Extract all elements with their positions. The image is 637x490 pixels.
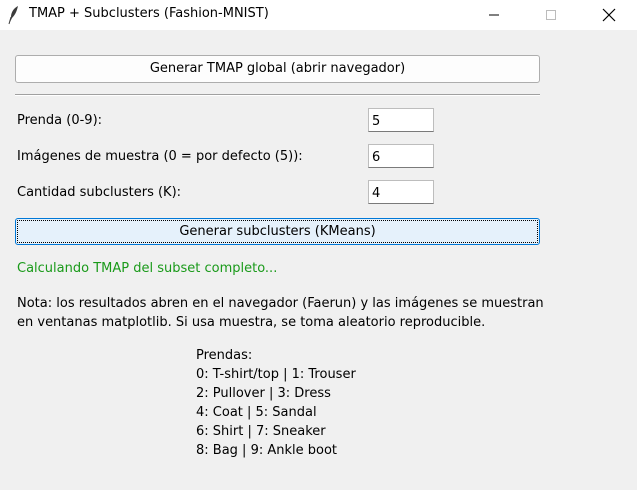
title-bar[interactable]: TMAP + Subclusters (Fashion-MNIST)	[0, 0, 637, 30]
legend-line: 8: Bag | 9: Ankle boot	[196, 443, 338, 458]
status-text: Calculando TMAP del subset completo...	[17, 261, 278, 276]
feather-icon	[8, 6, 18, 25]
legend-line: 6: Shirt | 7: Sneaker	[196, 424, 326, 439]
note-line-1: Nota: los resultados abren en el navegad…	[17, 296, 544, 311]
garment-input[interactable]	[368, 108, 434, 132]
minimize-button[interactable]	[471, 0, 517, 30]
maximize-icon	[546, 10, 556, 20]
app-window: TMAP + Subclusters (Fashion-MNIST) Gener…	[0, 0, 637, 490]
separator	[15, 94, 540, 96]
subclusters-count-input[interactable]	[368, 180, 434, 204]
sample-images-input[interactable]	[368, 144, 434, 168]
garment-legend: Prendas: 0: T-shirt/top | 1: Trouser 2: …	[196, 346, 356, 460]
note-line-2: en ventanas matplotlib. Si usa muestra, …	[17, 315, 486, 330]
maximize-button[interactable]	[528, 0, 574, 30]
close-button[interactable]	[586, 0, 632, 30]
note-text: Nota: los resultados abren en el navegad…	[17, 294, 577, 332]
minimize-icon	[489, 14, 499, 16]
generate-global-tmap-button[interactable]: Generar TMAP global (abrir navegador)	[15, 55, 540, 83]
generate-subclusters-button[interactable]: Generar subclusters (KMeans)	[15, 218, 540, 245]
legend-title: Prendas:	[196, 348, 253, 363]
legend-line: 2: Pullover | 3: Dress	[196, 386, 331, 401]
close-icon	[602, 8, 616, 22]
garment-label: Prenda (0-9):	[17, 113, 103, 128]
legend-line: 0: T-shirt/top | 1: Trouser	[196, 367, 356, 382]
window-title: TMAP + Subclusters (Fashion-MNIST)	[29, 6, 269, 21]
subclusters-count-label: Cantidad subclusters (K):	[17, 185, 182, 200]
sample-images-label: Imágenes de muestra (0 = por defecto (5)…	[17, 149, 303, 164]
legend-line: 4: Coat | 5: Sandal	[196, 405, 317, 420]
